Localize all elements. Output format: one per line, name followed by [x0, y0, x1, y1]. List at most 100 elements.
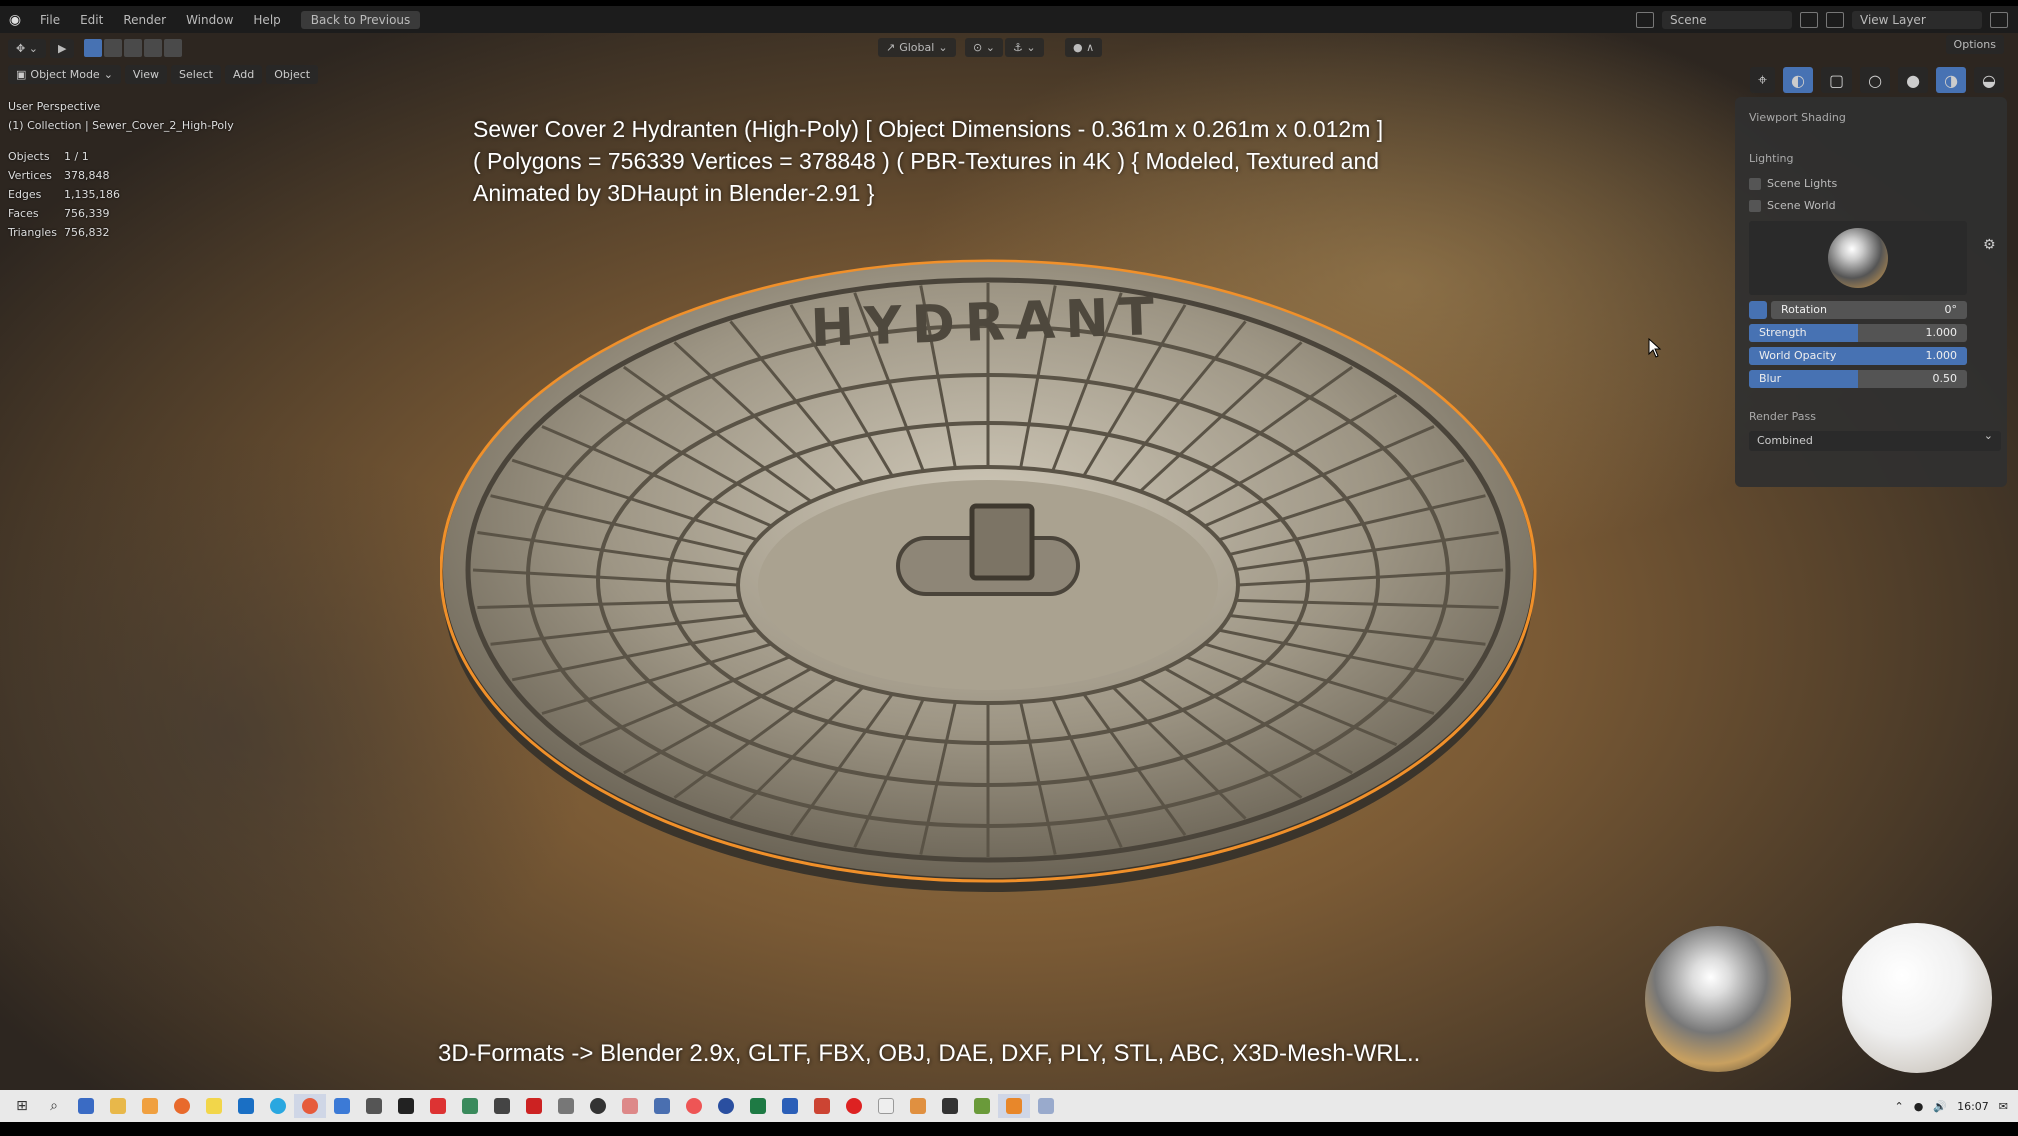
overlay-toggle[interactable]: ◐ [1783, 67, 1813, 93]
slider-value: 1.000 [1925, 326, 1958, 339]
select-invert-icon[interactable] [144, 39, 163, 57]
stat-key: Objects [8, 150, 50, 163]
menu-select[interactable]: Select [171, 65, 221, 84]
app-icon[interactable] [646, 1094, 678, 1118]
stat-value: 1 / 1 [64, 150, 89, 163]
rotation-slider[interactable]: Rotation 0° [1771, 301, 1967, 319]
app-icon[interactable] [390, 1094, 422, 1118]
excel-icon[interactable] [742, 1094, 774, 1118]
blender-logo-icon[interactable]: ◉ [0, 12, 30, 28]
gizmo-toggle[interactable]: ⌖ [1750, 67, 1776, 93]
opera-icon[interactable] [838, 1094, 870, 1118]
app-icon[interactable] [966, 1094, 998, 1118]
3d-viewport[interactable]: ✥ ⌄ ▶ ↗ Global ⌄ ⊙ ⌄ ⚓ ⌄ ● ∧ Options ▣ O… [0, 33, 2018, 1090]
network-icon[interactable]: ● [1914, 1100, 1924, 1113]
app-icon[interactable] [614, 1094, 646, 1118]
menu-file[interactable]: File [30, 13, 70, 27]
transform-orientation-dropdown[interactable]: ↗ Global ⌄ [878, 38, 956, 57]
scene-icon[interactable] [1636, 11, 1654, 28]
menu-window[interactable]: Window [176, 13, 243, 27]
select-subtract-icon[interactable] [124, 39, 143, 57]
select-tool-button[interactable]: ▶ [49, 38, 75, 58]
strength-slider[interactable]: Strength 1.000 [1749, 324, 1967, 342]
app-icon[interactable] [134, 1094, 166, 1118]
hdri-preview[interactable] [1749, 221, 1967, 295]
select-extend-icon[interactable] [104, 39, 123, 57]
app-icon[interactable] [454, 1094, 486, 1118]
collection-label: (1) Collection | Sewer_Cover_2_High-Poly [8, 119, 234, 132]
select-new-icon[interactable] [84, 39, 103, 57]
new-view-layer-icon[interactable] [1990, 11, 2008, 28]
app-icon[interactable] [934, 1094, 966, 1118]
app-icon[interactable] [422, 1094, 454, 1118]
menu-render[interactable]: Render [113, 13, 176, 27]
pivot-point-dropdown[interactable]: ⊙ ⌄ [965, 38, 1003, 57]
menu-view[interactable]: View [124, 65, 168, 84]
material-preview-shading-icon[interactable]: ◑ [1936, 67, 1967, 93]
rendered-shading-icon[interactable]: ◒ [1974, 67, 2004, 93]
windows-start-icon[interactable]: ⊞ [6, 1094, 38, 1118]
notifications-icon[interactable]: ✉ [1999, 1100, 2008, 1113]
menu-edit[interactable]: Edit [70, 13, 113, 27]
wireframe-shading-icon[interactable]: ○ [1860, 67, 1891, 93]
cover-embossed-text: HYDRANT [810, 287, 1166, 359]
word-icon[interactable] [774, 1094, 806, 1118]
menu-help[interactable]: Help [243, 13, 290, 27]
search-icon[interactable]: ⌕ [38, 1094, 70, 1118]
scene-field[interactable]: Scene [1662, 10, 1792, 29]
menu-add[interactable]: Add [224, 65, 263, 84]
shading-mode-icons: ⌖ ◐ ▢ ○ ● ◑ ◒ [1750, 67, 2008, 93]
stat-row: Objects 1 / 1 [8, 147, 234, 166]
snap-toggle[interactable]: ⚓ ⌄ [1005, 38, 1044, 57]
app-icon[interactable] [358, 1094, 390, 1118]
solid-shading-icon[interactable]: ● [1898, 67, 1929, 93]
world-opacity-slider[interactable]: World Opacity 1.000 [1749, 347, 1967, 365]
app-icon[interactable] [678, 1094, 710, 1118]
outlook-icon[interactable] [230, 1094, 262, 1118]
view-layer-icon[interactable] [1826, 11, 1844, 28]
app-icon[interactable] [326, 1094, 358, 1118]
blender-taskbar-icon[interactable] [998, 1094, 1030, 1118]
app-icon[interactable] [1030, 1094, 1062, 1118]
xray-toggle[interactable]: ▢ [1821, 67, 1853, 93]
object-mode-dropdown[interactable]: ▣ Object Mode ⌄ [8, 65, 121, 84]
world-space-lighting-icon[interactable] [1749, 301, 1767, 319]
chevron-up-icon[interactable]: ⌃ [1895, 1100, 1904, 1113]
clock[interactable]: 16:07 [1957, 1100, 1989, 1113]
new-scene-icon[interactable] [1800, 11, 1818, 28]
app-icon[interactable] [806, 1094, 838, 1118]
skype-icon[interactable] [262, 1094, 294, 1118]
app-icon[interactable] [518, 1094, 550, 1118]
app-icon[interactable] [70, 1094, 102, 1118]
system-tray: ⌃ ● 🔊 16:07 ✉ [1895, 1100, 2018, 1113]
volume-icon[interactable]: 🔊 [1933, 1100, 1947, 1113]
app-icon[interactable] [486, 1094, 518, 1118]
menu-object[interactable]: Object [266, 65, 319, 84]
back-to-previous-button[interactable]: Back to Previous [300, 10, 421, 29]
app-icon[interactable] [582, 1094, 614, 1118]
editor-type-button[interactable]: ✥ ⌄ [8, 38, 46, 58]
stat-value: 378,848 [64, 169, 110, 182]
scene-lights-checkbox[interactable]: Scene Lights [1749, 177, 1997, 190]
options-button[interactable]: Options [1945, 35, 2004, 54]
file-explorer-icon[interactable] [102, 1094, 134, 1118]
select-intersect-icon[interactable] [164, 39, 183, 57]
app-icon[interactable] [198, 1094, 230, 1118]
app-icon[interactable] [902, 1094, 934, 1118]
firefox-icon[interactable] [166, 1094, 198, 1118]
app-icon[interactable] [710, 1094, 742, 1118]
render-pass-dropdown[interactable]: Combined [1749, 429, 2001, 451]
sewer-cover-model[interactable]: HYDRANT [440, 258, 1580, 918]
scene-world-checkbox[interactable]: Scene World [1749, 199, 1997, 212]
mouse-cursor-icon [1648, 338, 1662, 358]
selection-mode-icons [84, 39, 183, 57]
chrome-icon[interactable] [294, 1094, 326, 1118]
viewport-header-modes: ▣ Object Mode ⌄ View Select Add Object [8, 65, 322, 84]
view-layer-field[interactable]: View Layer [1852, 10, 1982, 29]
app-icon[interactable] [550, 1094, 582, 1118]
gear-icon[interactable]: ⚙ [1983, 237, 1999, 253]
orientation-label: Global [899, 41, 935, 54]
app-icon[interactable] [870, 1094, 902, 1118]
blur-slider[interactable]: Blur 0.50 [1749, 370, 1967, 388]
proportional-edit-toggle[interactable]: ● ∧ [1065, 38, 1103, 57]
